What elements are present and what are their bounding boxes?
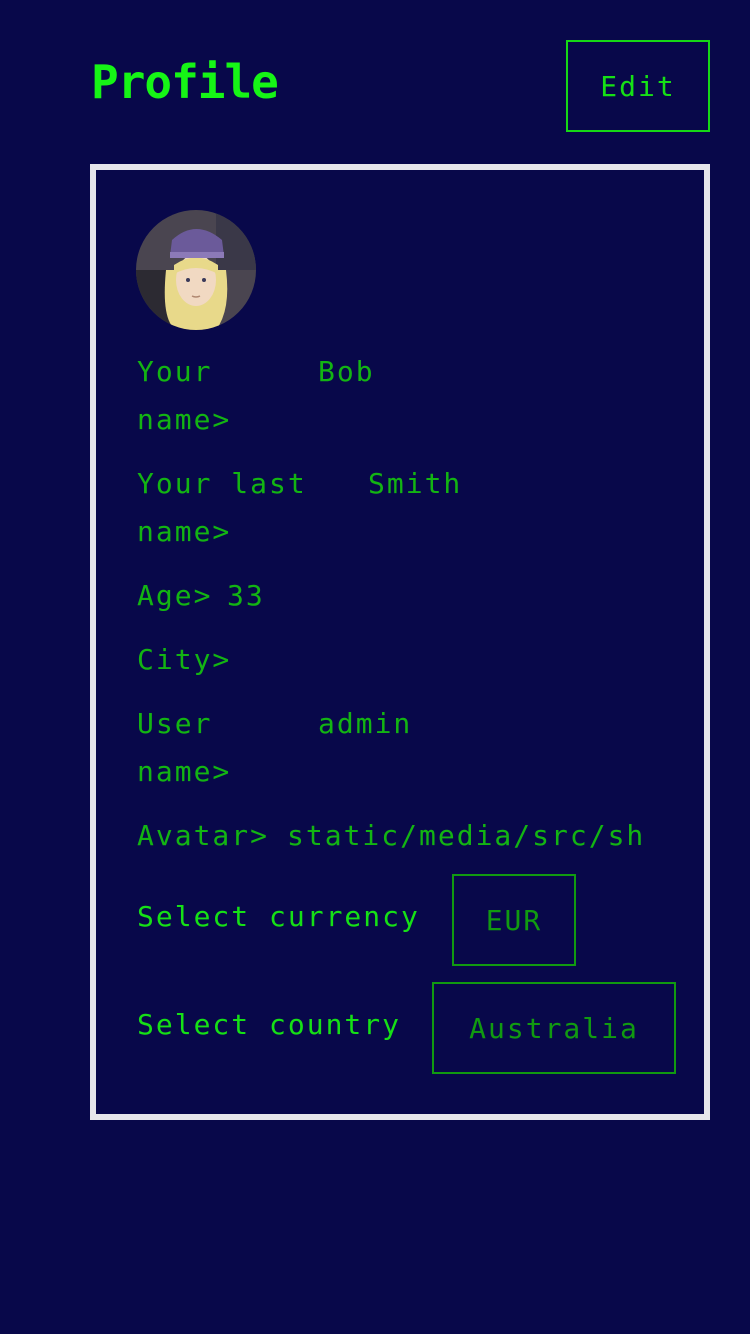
avatar-path-value: static/media/src/sh	[287, 819, 646, 852]
avatar	[136, 210, 256, 330]
country-label: Select country	[137, 1008, 402, 1041]
city-field: City>	[137, 636, 697, 684]
country-select[interactable]: Australia	[432, 982, 676, 1074]
currency-row: Select currency EUR	[137, 874, 697, 966]
first-name-label: Your name>	[137, 355, 232, 436]
age-value: 33	[227, 579, 265, 612]
profile-card: Your name> Bob Your last name> Smith Age…	[90, 164, 710, 1120]
last-name-field: Your last name> Smith	[137, 460, 697, 556]
last-name-value: Smith	[368, 467, 463, 500]
avatar-path-label: Avatar>	[137, 819, 270, 852]
user-name-value: admin	[318, 707, 413, 740]
avatar-path-field: Avatar> static/media/src/sh	[137, 812, 697, 860]
user-name-field: User name> admin	[137, 700, 697, 796]
currency-select[interactable]: EUR	[452, 874, 576, 966]
user-avatar-icon	[136, 210, 256, 330]
country-row: Select country Australia	[137, 982, 697, 1074]
user-name-label: User name>	[137, 707, 232, 788]
last-name-label: Your last name>	[137, 467, 307, 548]
city-label: City>	[137, 643, 232, 676]
edit-button[interactable]: Edit	[566, 40, 710, 132]
first-name-field: Your name> Bob	[137, 348, 697, 444]
currency-label: Select currency	[137, 900, 420, 933]
first-name-value: Bob	[318, 355, 375, 388]
age-field: Age> 33	[137, 572, 697, 620]
page-title: Profile	[91, 55, 279, 109]
age-label: Age>	[137, 579, 213, 612]
